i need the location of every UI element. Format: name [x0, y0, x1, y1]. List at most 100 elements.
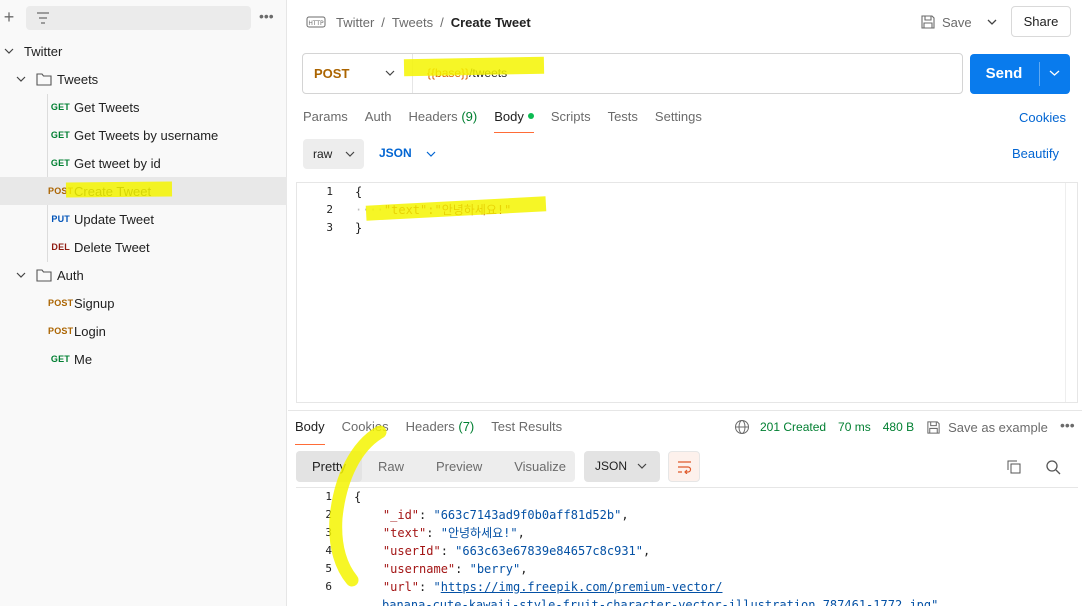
status-badge[interactable]: 201 Created: [760, 420, 826, 434]
json-value: "663c7143ad9f0b0aff81d52b": [433, 508, 622, 522]
chevron-down-icon[interactable]: [982, 10, 1002, 34]
tab-scripts[interactable]: Scripts: [551, 108, 591, 132]
share-button[interactable]: Share: [1011, 6, 1071, 37]
tab-preview[interactable]: Preview: [420, 451, 498, 482]
tab-headers[interactable]: Headers (9): [409, 108, 478, 132]
request-item-selected[interactable]: POST Create Tweet: [0, 177, 287, 205]
code-line: 3 "text": "안녕하세요!",: [296, 524, 1056, 542]
url-input[interactable]: {{base}}/tweets: [427, 66, 507, 80]
sidebar-filter-input[interactable]: [26, 6, 251, 30]
code-string: "text":"안녕하세요!": [383, 203, 512, 217]
body-language-value: JSON: [379, 146, 412, 160]
request-label: Delete Tweet: [74, 239, 150, 255]
collection-label: Twitter: [24, 43, 63, 59]
filter-icon: [37, 12, 49, 24]
response-body-viewer[interactable]: 1 { 2 "_id": "663c7143ad9f0b0aff81d52b",…: [296, 487, 1078, 606]
tab-test-results[interactable]: Test Results: [491, 419, 562, 445]
globe-icon[interactable]: [734, 419, 750, 435]
request-item[interactable]: GET Get tweet by id: [0, 149, 287, 177]
request-item[interactable]: GET Me: [0, 345, 287, 373]
chevron-down-icon[interactable]: [1049, 69, 1060, 77]
tab-auth[interactable]: Auth: [365, 108, 392, 132]
method-select[interactable]: POST: [303, 54, 413, 93]
request-item[interactable]: POST Login: [0, 317, 287, 345]
http-icon: HTTP: [306, 16, 326, 28]
json-link[interactable]: banana-cute-kawaii-style-fruit-character…: [382, 598, 931, 606]
request-tabs: Params Auth Headers (9) Body Scripts Tes…: [303, 108, 719, 133]
chevron-down-icon: [16, 76, 26, 82]
code-text: "url": "https://img.freepik.com/premium-…: [382, 580, 723, 594]
request-item[interactable]: GET Get Tweets by username: [0, 121, 287, 149]
request-label: Login: [74, 323, 106, 339]
method-badge: GET: [50, 158, 70, 168]
plus-icon[interactable]: +: [1, 6, 17, 30]
code-line: 5 "username": "berry",: [296, 560, 1056, 578]
save-as-example-button[interactable]: Save as example: [948, 420, 1048, 435]
save-button[interactable]: Save: [920, 10, 972, 34]
breadcrumb-collection[interactable]: Twitter: [336, 15, 374, 30]
line-number: 3: [326, 221, 333, 234]
request-label: Get Tweets by username: [74, 127, 219, 143]
code-line: 1 {: [296, 488, 1056, 506]
more-icon[interactable]: •••: [1060, 417, 1075, 433]
method-badge: GET: [50, 102, 70, 112]
copy-icon[interactable]: [1006, 459, 1022, 475]
response-format-select[interactable]: JSON: [584, 451, 660, 482]
wrap-icon: [678, 461, 692, 474]
url-variable: {{base}}: [427, 66, 470, 80]
response-time[interactable]: 70 ms: [838, 420, 871, 434]
breadcrumb-separator: /: [440, 14, 444, 30]
json-link[interactable]: https://img.freepik.com/premium-vector/: [441, 580, 723, 594]
breadcrumb-separator: /: [381, 14, 385, 30]
tab-visualize[interactable]: Visualize: [498, 451, 582, 482]
page-title[interactable]: Create Tweet: [451, 15, 531, 30]
breadcrumb: HTTP Twitter / Tweets / Create Tweet: [306, 12, 531, 32]
request-label: Update Tweet: [74, 211, 154, 227]
request-label: Get Tweets: [74, 99, 140, 115]
wrap-lines-button[interactable]: [668, 451, 700, 482]
tab-params[interactable]: Params: [303, 108, 348, 132]
tab-body-label: Body: [494, 109, 524, 124]
tab-response-headers[interactable]: Headers (7): [406, 419, 475, 445]
tab-body[interactable]: Body: [494, 108, 534, 133]
tab-settings[interactable]: Settings: [655, 108, 702, 132]
folder-tweets[interactable]: Tweets: [0, 65, 287, 93]
request-body-editor[interactable]: 1 { 2 ····"text":"안녕하세요!" 3 }: [296, 182, 1078, 403]
request-item[interactable]: GET Get Tweets: [0, 93, 287, 121]
code-text: banana-cute-kawaii-style-fruit-character…: [382, 596, 938, 606]
body-mode-select[interactable]: raw: [303, 139, 364, 169]
response-size[interactable]: 480 B: [883, 420, 914, 434]
line-number: 2: [326, 203, 333, 216]
scrollbar[interactable]: [1065, 183, 1077, 402]
collection-twitter[interactable]: Twitter: [0, 37, 287, 65]
send-button[interactable]: Send: [970, 54, 1070, 94]
folder-auth[interactable]: Auth: [0, 261, 287, 289]
request-item[interactable]: PUT Update Tweet: [0, 205, 287, 233]
tab-tests[interactable]: Tests: [608, 108, 638, 132]
request-label: Create Tweet: [74, 183, 152, 199]
search-icon[interactable]: [1045, 459, 1061, 475]
response-meta: 201 Created 70 ms 480 B Save as example: [734, 419, 1060, 435]
cookies-link[interactable]: Cookies: [1019, 110, 1066, 125]
sidebar: + ••• Twitter Tweets GET Get Tweets GET …: [0, 0, 287, 606]
code-line: banana-cute-kawaii-style-fruit-character…: [296, 596, 1056, 606]
code-line: 2 "_id": "663c7143ad9f0b0aff81d52b",: [296, 506, 1056, 524]
chevron-down-icon: [426, 151, 436, 157]
svg-text:HTTP: HTTP: [308, 20, 324, 27]
response-headers-count: (7): [458, 419, 475, 434]
method-badge: DEL: [51, 242, 70, 252]
method-badge: PUT: [51, 214, 70, 224]
breadcrumb-folder[interactable]: Tweets: [392, 15, 433, 30]
save-label: Save: [942, 14, 972, 30]
request-item[interactable]: POST Signup: [0, 289, 287, 317]
response-format-value: JSON: [595, 459, 628, 473]
more-icon[interactable]: •••: [259, 6, 277, 30]
method-badge: POST: [48, 298, 74, 308]
chevron-down-icon: [637, 463, 647, 469]
request-item[interactable]: DEL Delete Tweet: [0, 233, 287, 261]
body-mode-value: raw: [313, 147, 333, 161]
save-icon: [921, 15, 935, 29]
send-label: Send: [985, 65, 1023, 82]
body-language-select[interactable]: JSON: [379, 146, 436, 160]
beautify-button[interactable]: Beautify: [1012, 146, 1059, 161]
